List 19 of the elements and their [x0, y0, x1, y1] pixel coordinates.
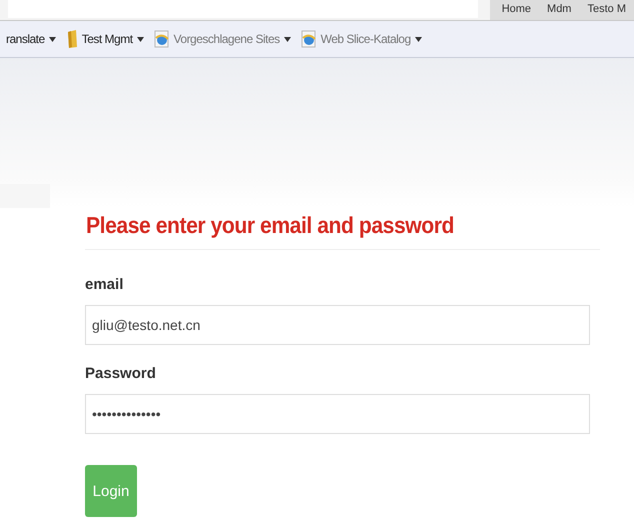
web-page-icon: [154, 30, 170, 48]
caret-icon: [284, 36, 291, 42]
favorites-link[interactable]: Test Mgmt: [66, 30, 144, 48]
browser-tab[interactable]: Home: [494, 0, 540, 18]
favorites-link[interactable]: Vorgeschlagene Sites: [154, 30, 291, 48]
input-field[interactable]: ••••••••••••••: [85, 394, 590, 434]
browser-tab[interactable]: Mdm: [539, 0, 580, 18]
favorites-link[interactable]: ranslate: [6, 32, 56, 46]
folder-icon: [66, 30, 78, 48]
field-label: Password: [85, 365, 157, 382]
caret-icon: [48, 36, 56, 42]
web-page-icon: [300, 30, 317, 48]
field-label: email: [85, 276, 124, 293]
favorites-link[interactable]: Web Slice-Katalog: [300, 30, 422, 48]
caret-icon: [414, 36, 422, 42]
browser-tab[interactable]: Testo M: [579, 0, 634, 18]
form-heading: Please enter your email and password: [86, 212, 455, 239]
input-field[interactable]: gliu@testo.net.cn: [85, 305, 590, 345]
caret-icon: [136, 36, 144, 42]
